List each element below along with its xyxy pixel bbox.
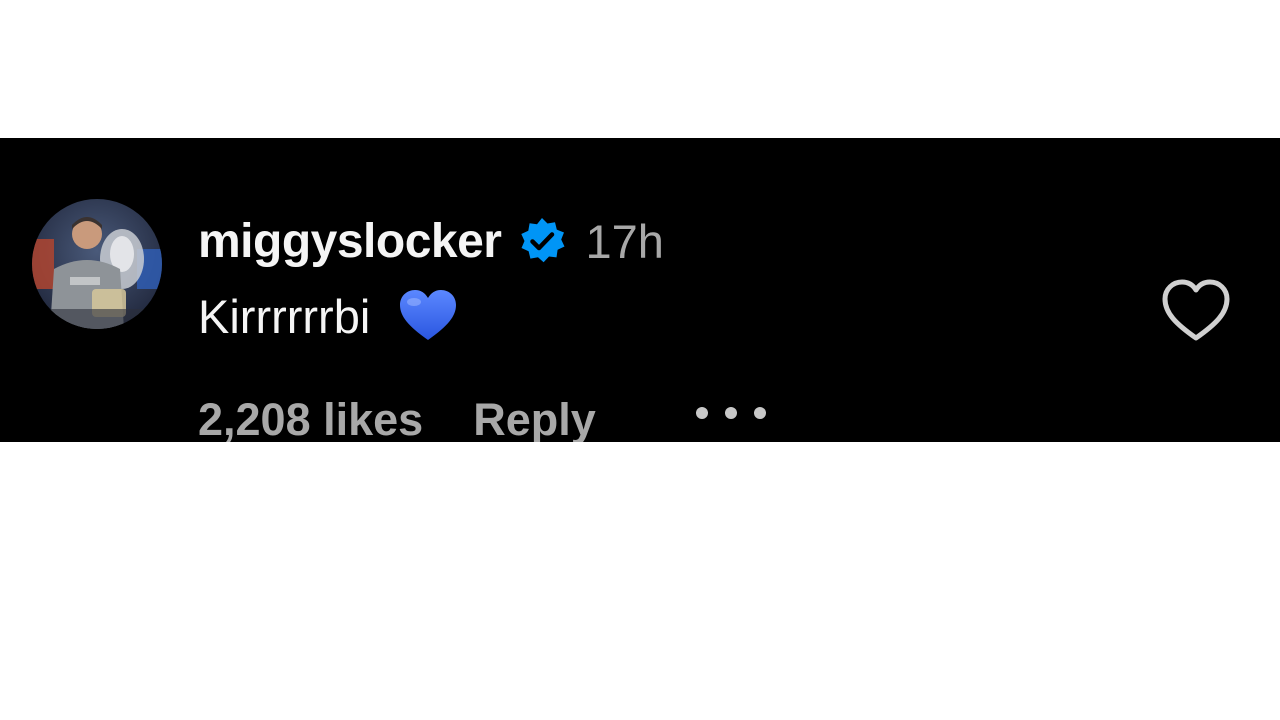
more-options-icon[interactable] — [695, 403, 766, 423]
dot — [724, 407, 737, 419]
blue-heart-emoji-icon — [398, 288, 458, 344]
comment-footer: 2,208 likes Reply — [198, 388, 766, 442]
verified-badge-icon — [517, 216, 567, 266]
dot — [695, 407, 708, 419]
like-heart-icon[interactable] — [1160, 278, 1232, 344]
reply-button[interactable]: Reply — [473, 394, 596, 442]
avatar[interactable] — [32, 199, 162, 329]
dot — [753, 407, 766, 419]
comment-text: Kirrrrrrbi — [198, 289, 371, 343]
timestamp: 17h — [585, 214, 664, 268]
username-link[interactable]: miggyslocker — [198, 214, 502, 269]
comment-body: Kirrrrrrbi — [198, 286, 458, 346]
comment-row: miggyslocker 17h Kirrrrrrbi 2,208 likes … — [0, 138, 1280, 442]
likes-count[interactable]: 2,208 likes — [198, 394, 423, 442]
comment-header: miggyslocker 17h — [198, 210, 664, 272]
avatar-image — [32, 199, 162, 329]
